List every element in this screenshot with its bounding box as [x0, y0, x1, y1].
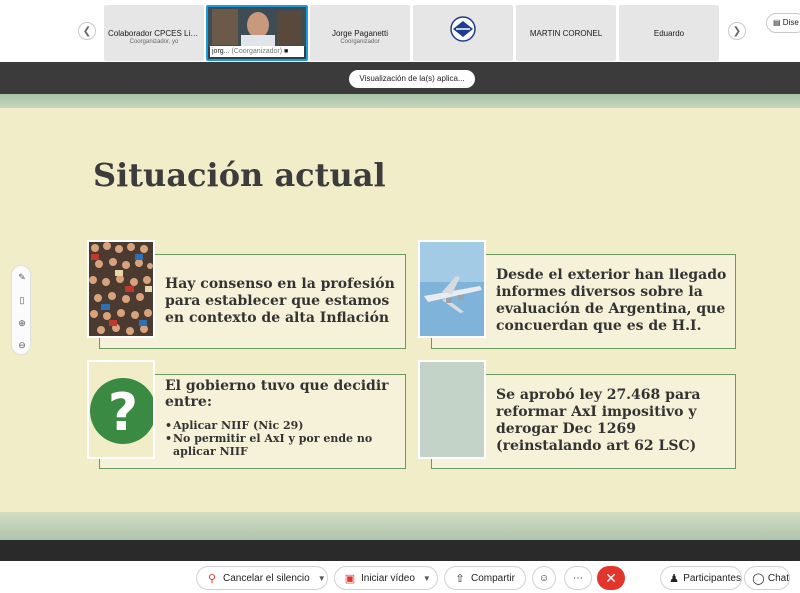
share-button[interactable]: ⇧ Compartir	[444, 566, 526, 590]
svg-text:?: ?	[108, 383, 138, 443]
crowd-image	[87, 240, 155, 338]
share-indicator-icon: ■	[284, 48, 289, 55]
microphone-muted-icon: ⚲	[207, 572, 217, 585]
airplane-picture	[420, 242, 484, 336]
share-band: Visualización de la(s) aplica...	[0, 62, 800, 94]
box3-heading: El gobierno tuvo que decidir entre:	[165, 378, 389, 410]
chevron-down-icon[interactable]: ▼	[423, 574, 431, 583]
participant-tile[interactable]: Colaborador CPCES Liz ... Coorganizador,…	[104, 5, 204, 61]
video-feed	[208, 7, 306, 47]
slide-header-texture	[0, 94, 800, 108]
question-mark-icon: ?	[90, 378, 153, 444]
participant-role: (Coorganizador)	[231, 48, 283, 55]
more-options-button[interactable]: ⋯	[564, 566, 592, 590]
participants-icon: ♟	[669, 572, 680, 585]
participant-video-tile[interactable]: jorg... (Coorganizador) ■	[206, 5, 308, 61]
bullet-item: No permitir el AxI y por ende no aplicar…	[165, 432, 400, 458]
scroll-left-icon[interactable]: ❮	[78, 22, 96, 40]
bullet-item: Aplicar NIIF (Nic 29)	[165, 419, 400, 432]
eraser-icon[interactable]: ▯	[16, 294, 28, 306]
layout-button[interactable]: ▤ Dise	[766, 13, 800, 33]
participant-name: Jorge Paganetti	[331, 29, 389, 38]
annotate-icon[interactable]: ✎	[16, 271, 28, 283]
annotation-toolbar: ✎ ▯ ⊕ ⊖	[11, 265, 31, 355]
shared-slide: Situación actual Hay consenso en la prof…	[0, 94, 800, 540]
participant-tile[interactable]: MARTIN CORONEL	[516, 5, 616, 61]
box4-text: Se aprobó ley 27.468 para reformar AxI i…	[496, 387, 732, 455]
chat-button[interactable]: ◯ Chat	[744, 566, 790, 590]
reactions-button[interactable]: ☺	[532, 566, 556, 590]
airplane-image	[418, 240, 486, 338]
chat-icon: ◯	[752, 572, 765, 585]
share-icon: ⇧	[455, 572, 465, 585]
participant-name: Colaborador CPCES Liz ...	[108, 29, 200, 38]
scroll-right-icon[interactable]: ❯	[728, 22, 746, 40]
participant-role: Coorganizador, yo	[129, 39, 179, 45]
participant-role: Coorganizador	[340, 39, 380, 45]
end-call-button[interactable]: ✕	[597, 566, 625, 590]
box2-text: Desde el exterior han llegado informes d…	[496, 267, 727, 334]
box4-line: derogar Dec 1269	[496, 421, 636, 437]
participant-tile[interactable]: Jorge Paganetti Coorganizador	[310, 5, 410, 61]
crowd-picture	[89, 242, 153, 336]
box4-line: (reinstalando art 62 LSC)	[496, 438, 697, 454]
emoji-icon: ☺	[538, 572, 550, 584]
video-label: jorg... (Coorganizador) ■	[210, 46, 304, 57]
chevron-down-icon[interactable]: ▼	[318, 574, 326, 583]
chat-label: Chat	[767, 572, 789, 584]
org-logo-icon	[450, 16, 476, 42]
box4-line: reformar AxI impositivo y	[496, 404, 697, 420]
participant-name: Eduardo	[653, 29, 685, 38]
question-image: ?	[87, 360, 155, 459]
start-video-label: Iniciar vídeo	[361, 572, 415, 584]
participant-tile[interactable]: Eduardo	[619, 5, 719, 61]
box3-bullets: Aplicar NIIF (Nic 29) No permitir el AxI…	[165, 419, 400, 458]
participant-tile[interactable]	[413, 5, 513, 61]
meeting-controls: ⚲ Cancelar el silencio ▼ ▣ Iniciar vídeo…	[0, 561, 800, 593]
unmute-button[interactable]: ⚲ Cancelar el silencio ▼	[196, 566, 328, 590]
video-off-icon: ▣	[344, 572, 356, 585]
participants-label: Participantes	[683, 572, 741, 584]
slide-title: Situación actual	[93, 156, 386, 194]
close-icon: ✕	[605, 570, 617, 586]
participants-button[interactable]: ♟ Participantes	[660, 566, 742, 590]
share-label: Compartir	[471, 572, 515, 584]
zoom-out-icon[interactable]: ⊖	[16, 339, 28, 351]
participant-strip: ❮ Colaborador CPCES Liz ... Coorganizado…	[0, 0, 800, 62]
slide-footer-texture	[0, 512, 800, 540]
sharing-indicator[interactable]: Visualización de la(s) aplica...	[349, 70, 475, 88]
unmute-label: Cancelar el silencio	[223, 572, 310, 584]
box4-line: Se aprobó ley 27.468 para	[496, 387, 701, 403]
box1-text: Hay consenso en la profesión para establ…	[165, 276, 395, 326]
meeting-dark-band	[0, 540, 800, 561]
start-video-button[interactable]: ▣ Iniciar vídeo ▼	[334, 566, 438, 590]
participant-name: MARTIN CORONEL	[529, 29, 603, 38]
more-icon: ⋯	[573, 572, 583, 584]
zoom-in-icon[interactable]: ⊕	[16, 317, 28, 329]
layout-button-label: Dise	[782, 18, 799, 27]
participant-name: jorg...	[212, 48, 230, 55]
layout-icon: ▤	[773, 18, 781, 27]
placeholder-image	[418, 360, 486, 459]
